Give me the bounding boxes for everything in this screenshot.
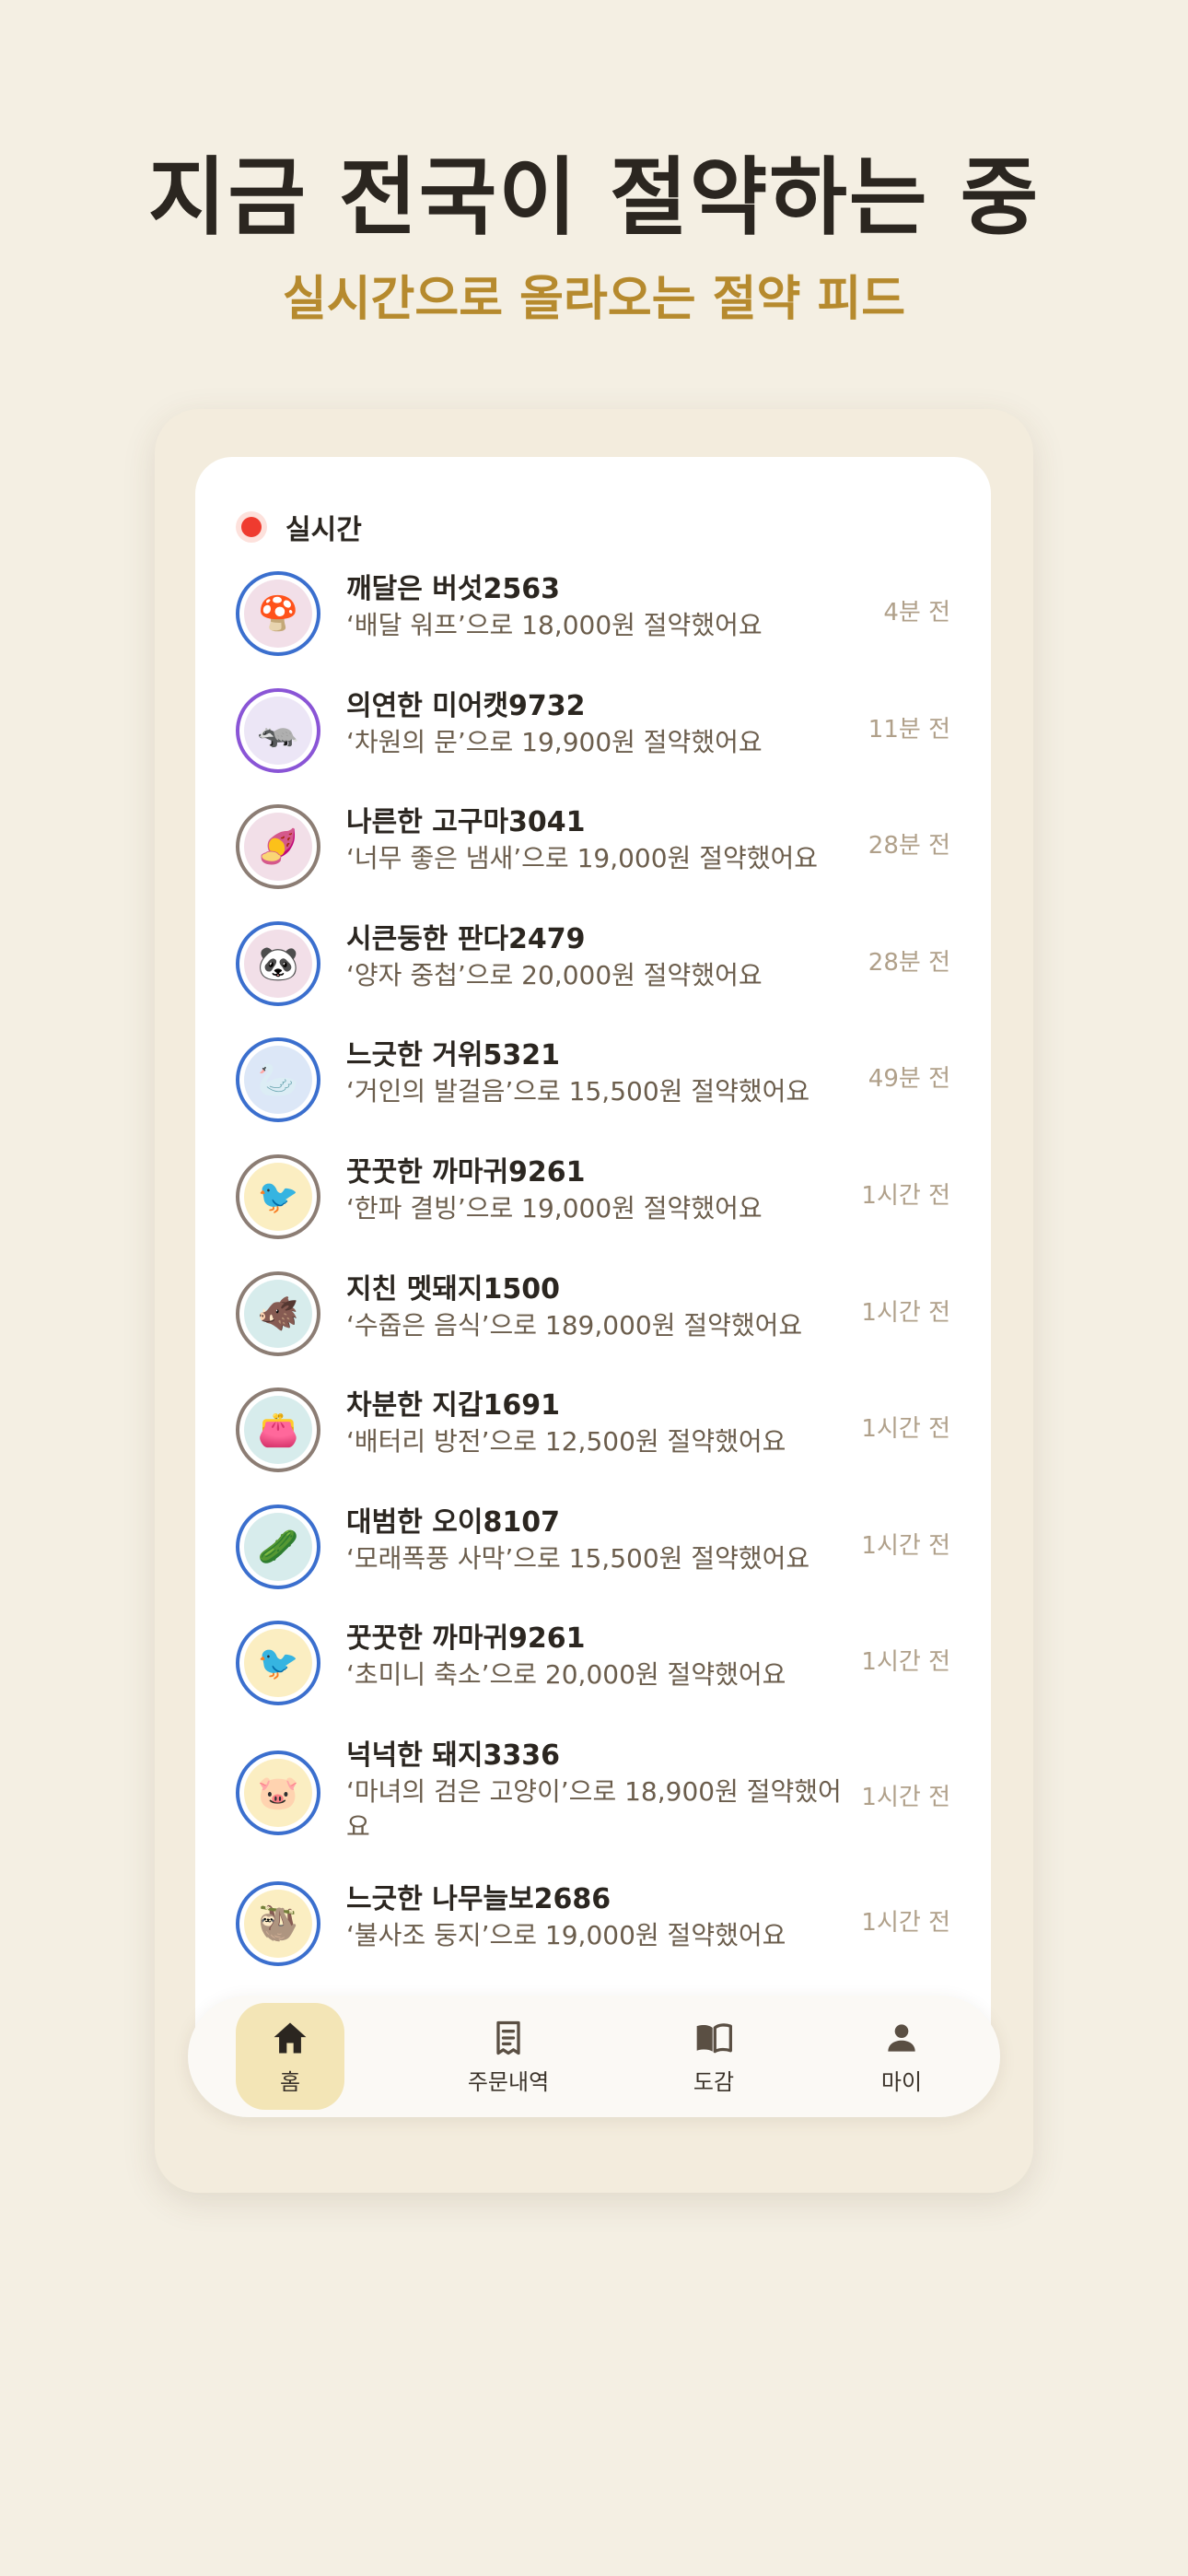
- live-label: 실시간: [285, 514, 362, 546]
- timestamp: 1시간 전: [861, 1531, 950, 1560]
- user-name: 나른한 고구마3041: [346, 806, 586, 839]
- sloth-icon: 🦥: [244, 1889, 312, 1958]
- saving-description: ‘너무 좋은 냄새’으로 19,000원 절약했어요: [346, 843, 819, 874]
- meerkat-icon: 🦡: [244, 696, 312, 765]
- tab-home[interactable]: 홈: [236, 2003, 344, 2110]
- saving-description: ‘양자 중첩’으로 20,000원 절약했어요: [346, 959, 763, 990]
- avatar: 🍄: [236, 571, 320, 656]
- timestamp: 28분 전: [868, 832, 950, 861]
- tab-label: 홈: [279, 2068, 301, 2095]
- avatar: 🍠: [236, 804, 320, 890]
- avatar: 👛: [236, 1388, 320, 1473]
- feed-item[interactable]: 🍄 깨달은 버섯2563 ‘배달 워프’으로 18,000원 절약했어요 4분 …: [195, 558, 991, 675]
- user-name: 깨달은 버섯2563: [346, 573, 560, 605]
- timestamp: 1시간 전: [861, 1298, 950, 1327]
- saving-description: ‘배달 워프’으로 18,000원 절약했어요: [346, 610, 763, 640]
- saving-description: ‘마녀의 검은 고양이’으로 18,900원 절약했어요: [346, 1775, 842, 1842]
- feed-item[interactable]: 🦡 의연한 미어캣9732 ‘차원의 문’으로 19,900원 절약했어요 11…: [195, 675, 991, 792]
- feed-item[interactable]: 🦥 느긋한 나무늘보2686 ‘불사조 둥지’으로 19,000원 절약했어요 …: [195, 1868, 991, 1985]
- sweet-potato-icon: 🍠: [244, 813, 312, 882]
- avatar: 🥒: [236, 1504, 320, 1589]
- app-screen: 실시간 🍄 깨달은 버섯2563 ‘배달 워프’으로 18,000원 절약했어요…: [195, 457, 991, 2036]
- feed-item[interactable]: 🐗 지친 멧돼지1500 ‘수줍은 음식’으로 189,000원 절약했어요 1…: [195, 1259, 991, 1376]
- avatar: 🦡: [236, 687, 320, 773]
- timestamp: 28분 전: [868, 948, 950, 977]
- purse-icon: 👛: [244, 1396, 312, 1465]
- bottom-tab-bar: 홈 주문내역 도감 마이: [188, 1996, 1000, 2117]
- avatar: 🦥: [236, 1880, 320, 1966]
- savings-feed[interactable]: 🍄 깨달은 버섯2563 ‘배달 워프’으로 18,000원 절약했어요 4분 …: [195, 558, 991, 1985]
- avatar: 🐗: [236, 1270, 320, 1356]
- hero-subtitle: 실시간으로 올라오는 절약 피드: [282, 272, 906, 327]
- saving-description: ‘한파 결빙’으로 19,000원 절약했어요: [346, 1192, 763, 1224]
- live-indicator-icon: [241, 517, 262, 537]
- hero-title: 지금 전국이 절약하는 중: [147, 148, 1041, 247]
- cucumber-icon: 🥒: [244, 1512, 312, 1581]
- pig-icon: 🐷: [244, 1758, 312, 1827]
- saving-description: ‘배터리 방전’으로 12,500원 절약했어요: [346, 1426, 786, 1458]
- user-name: 꿋꿋한 까마귀9261: [346, 1155, 586, 1188]
- person-icon: [888, 2023, 915, 2052]
- book-icon: [696, 2022, 732, 2053]
- phone-frame: 실시간 🍄 깨달은 버섯2563 ‘배달 워프’으로 18,000원 절약했어요…: [155, 409, 1033, 2193]
- timestamp: 4분 전: [883, 599, 950, 626]
- avatar: 🐦: [236, 1621, 320, 1706]
- tab-orders[interactable]: 주문내역: [454, 2003, 563, 2110]
- timestamp: 1시간 전: [861, 1908, 950, 1937]
- user-name: 느긋한 거위5321: [346, 1039, 560, 1072]
- saving-description: ‘모래폭풍 사막’으로 15,500원 절약했어요: [346, 1542, 810, 1574]
- user-name: 대범한 오이8107: [346, 1505, 560, 1539]
- feed-item[interactable]: 🍠 나른한 고구마3041 ‘너무 좋은 냄새’으로 19,000원 절약했어요…: [195, 791, 991, 908]
- user-name: 꿋꿋한 까마귀9261: [346, 1622, 586, 1656]
- saving-description: ‘불사조 둥지’으로 19,000원 절약했어요: [346, 1919, 786, 1950]
- avatar: 🐼: [236, 920, 320, 1006]
- swan-icon: 🦢: [244, 1046, 312, 1115]
- timestamp: 1시간 전: [861, 1415, 950, 1444]
- timestamp: 49분 전: [868, 1065, 950, 1094]
- home-icon: [274, 2022, 307, 2053]
- panda-icon: 🐼: [244, 929, 312, 998]
- mushroom-icon: 🍄: [244, 580, 312, 648]
- user-name: 의연한 미어캣9732: [346, 689, 586, 722]
- feed-item[interactable]: 🦢 느긋한 거위5321 ‘거인의 발걸음’으로 15,500원 절약했어요 4…: [195, 1025, 991, 1142]
- timestamp: 11분 전: [868, 715, 950, 744]
- saving-description: ‘초미니 축소’으로 20,000원 절약했어요: [346, 1659, 786, 1691]
- feed-item[interactable]: 🐼 시큰둥한 판다2479 ‘양자 중첩’으로 20,000원 절약했어요 28…: [195, 908, 991, 1025]
- avatar: 🐦: [236, 1153, 320, 1239]
- feed-item[interactable]: 🐷 넉넉한 돼지3336 ‘마녀의 검은 고양이’으로 18,900원 절약했어…: [195, 1725, 991, 1868]
- avatar: 🦢: [236, 1037, 320, 1123]
- tab-collection[interactable]: 도감: [659, 2003, 768, 2110]
- boar-icon: 🐗: [244, 1279, 312, 1348]
- tab-label: 주문내역: [467, 2068, 550, 2095]
- user-name: 넉넉한 돼지3336: [346, 1739, 560, 1772]
- live-header: 실시간: [241, 507, 362, 547]
- user-name: 느긋한 나무늘보2686: [346, 1882, 611, 1915]
- tab-label: 도감: [693, 2068, 735, 2095]
- timestamp: 1시간 전: [861, 1783, 950, 1811]
- user-name: 시큰둥한 판다2479: [346, 922, 586, 955]
- feed-item[interactable]: 🥒 대범한 오이8107 ‘모래폭풍 사막’으로 15,500원 절약했어요 1…: [195, 1492, 991, 1609]
- saving-description: ‘거인의 발걸음’으로 15,500원 절약했어요: [346, 1076, 810, 1107]
- tab-label: 마이: [880, 2068, 923, 2095]
- timestamp: 1시간 전: [861, 1181, 950, 1210]
- crow-icon: 🐦: [244, 1629, 312, 1698]
- user-name: 차분한 지갑1691: [346, 1389, 560, 1423]
- feed-item[interactable]: 🐦 꿋꿋한 까마귀9261 ‘한파 결빙’으로 19,000원 절약했어요 1시…: [195, 1142, 991, 1259]
- feed-item[interactable]: 👛 차분한 지갑1691 ‘배터리 방전’으로 12,500원 절약했어요 1시…: [195, 1375, 991, 1492]
- tab-my[interactable]: 마이: [847, 2003, 956, 2110]
- crow-icon: 🐦: [244, 1162, 312, 1231]
- timestamp: 1시간 전: [861, 1648, 950, 1677]
- saving-description: ‘차원의 문’으로 19,900원 절약했어요: [346, 726, 763, 757]
- feed-item[interactable]: 🐦 꿋꿋한 까마귀9261 ‘초미니 축소’으로 20,000원 절약했어요 1…: [195, 1608, 991, 1725]
- user-name: 지친 멧돼지1500: [346, 1272, 560, 1306]
- receipt-icon: [496, 2020, 520, 2055]
- avatar: 🐷: [236, 1750, 320, 1835]
- saving-description: ‘수줍은 음식’으로 189,000원 절약했어요: [346, 1309, 803, 1341]
